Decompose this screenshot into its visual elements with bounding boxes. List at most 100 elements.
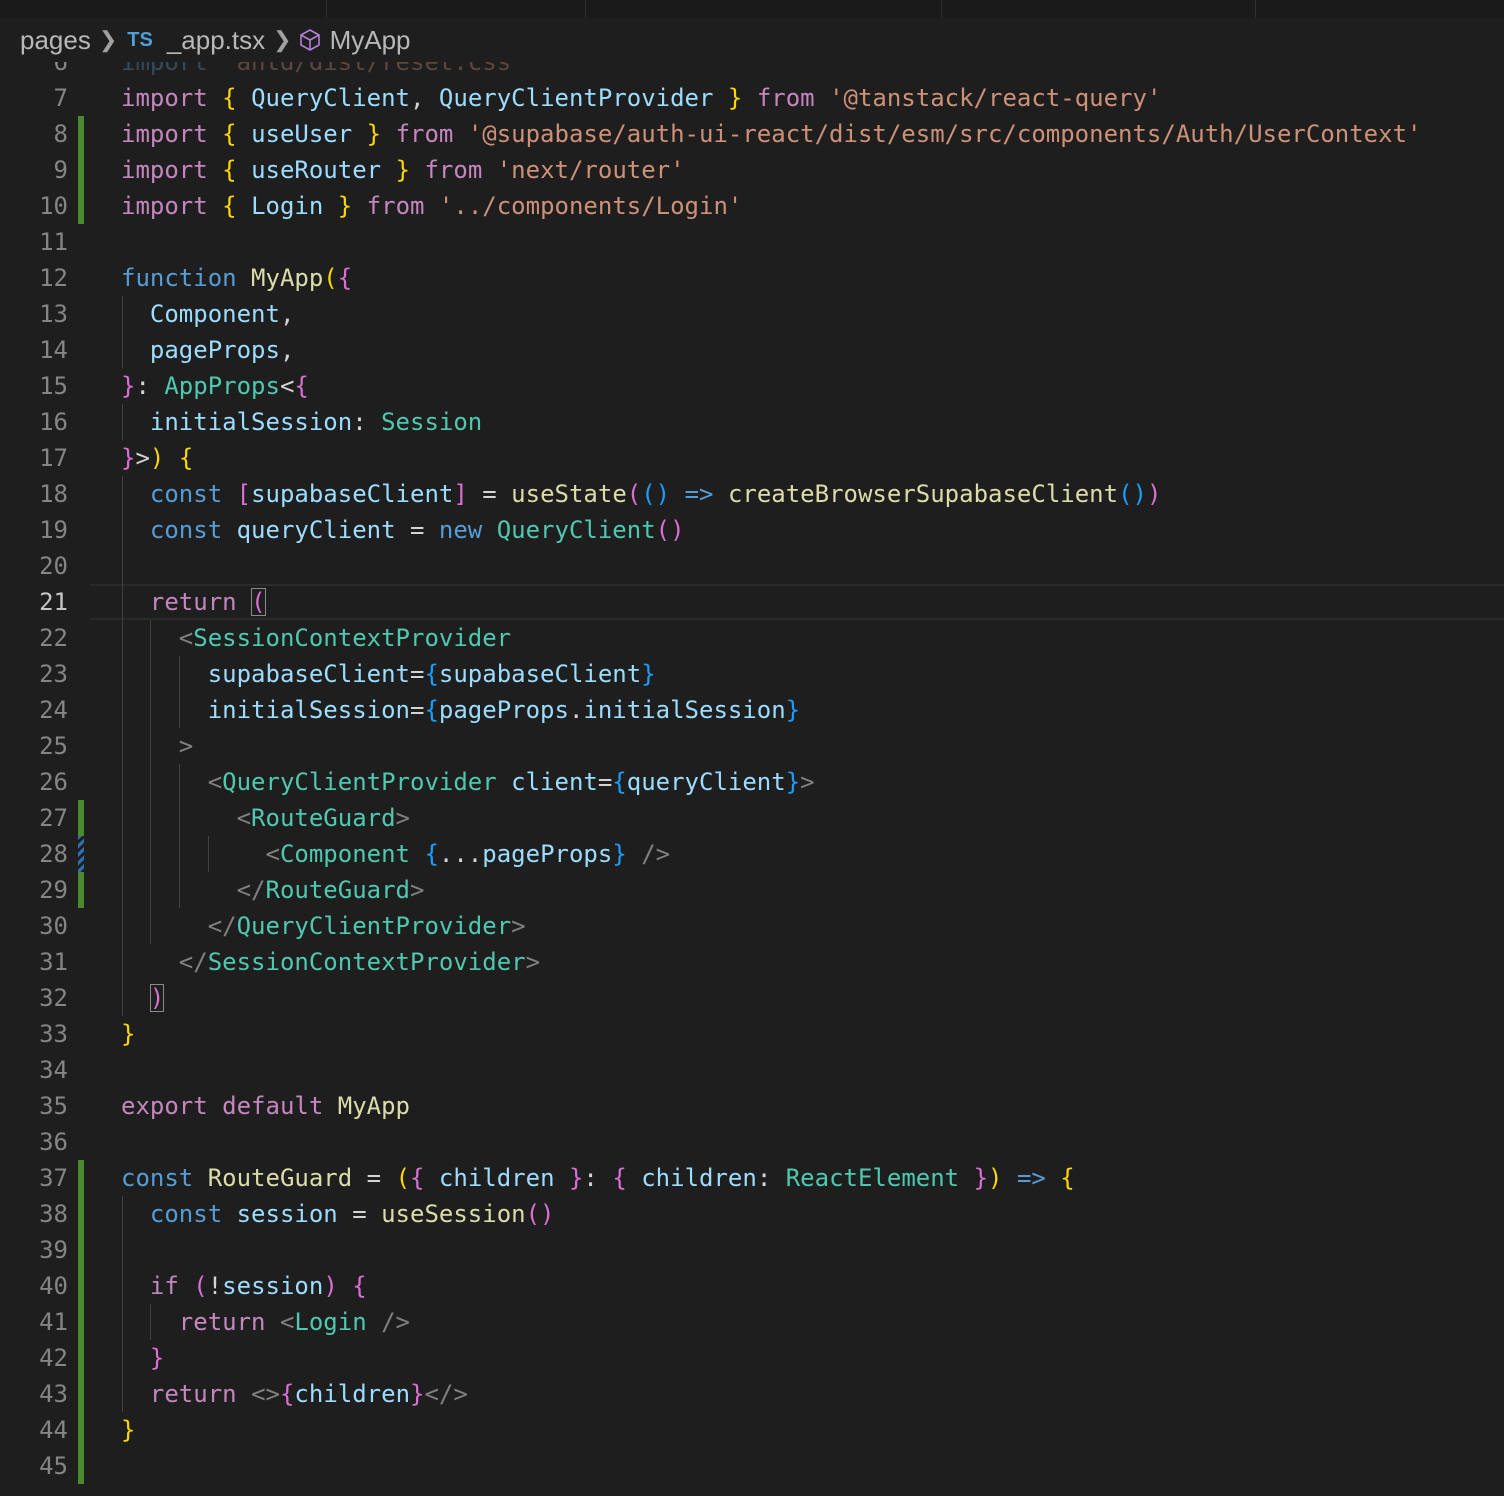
code-line[interactable]: 14 pageProps, xyxy=(0,332,1504,368)
code-token: from xyxy=(366,192,439,220)
code-editor[interactable]: 6 import 'antd/dist/reset.css' 7 import { Q… xyxy=(0,62,1504,1496)
added-line-marker[interactable] xyxy=(78,116,84,152)
code-token: < xyxy=(279,372,295,400)
code-line[interactable]: 37 const RouteGuard = ({ children }: { ch… xyxy=(0,1160,1504,1196)
line-number: 45 xyxy=(39,1452,68,1480)
line-number: 20 xyxy=(39,552,68,580)
code-line[interactable]: 36 xyxy=(0,1124,1504,1160)
code-line[interactable]: 29 </RouteGuard> xyxy=(0,872,1504,908)
code-line[interactable]: 32 ) xyxy=(0,980,1504,1016)
code-text: } xyxy=(121,1412,135,1448)
code-line[interactable]: 28 <Component {...pageProps} /> xyxy=(0,836,1504,872)
code-token: queryClient xyxy=(236,516,410,544)
code-line[interactable]: 24 initialSession={pageProps.initialSess… xyxy=(0,692,1504,728)
modified-line-marker[interactable] xyxy=(78,836,84,872)
code-line[interactable]: 23 supabaseClient={supabaseClient} xyxy=(0,656,1504,692)
code-line[interactable]: 15}: AppProps<{ xyxy=(0,368,1504,404)
code-line[interactable]: 16 initialSession: Session xyxy=(0,404,1504,440)
added-line-marker[interactable] xyxy=(78,1232,84,1268)
code-line[interactable]: 31 </SessionContextProvider> xyxy=(0,944,1504,980)
breadcrumb-symbol[interactable]: MyApp xyxy=(330,25,411,56)
code-line[interactable]: 12 function MyApp({ xyxy=(0,260,1504,296)
code-line[interactable]: 6 import 'antd/dist/reset.css' xyxy=(0,62,1504,80)
code-text: return <>{children}</> xyxy=(121,1376,468,1412)
code-token: , xyxy=(279,336,295,364)
code-line[interactable]: 20 xyxy=(0,548,1504,584)
code-token: const xyxy=(149,1200,237,1228)
code-line[interactable]: 45 xyxy=(0,1448,1504,1484)
added-line-marker[interactable] xyxy=(78,1268,84,1304)
code-text: <QueryClientProvider client={queryClient… xyxy=(121,764,815,800)
code-line[interactable]: 27 <RouteGuard> xyxy=(0,800,1504,836)
code-line[interactable]: 30 </QueryClientProvider> xyxy=(0,908,1504,944)
breadcrumb-folder[interactable]: pages xyxy=(20,25,91,56)
code-line[interactable]: 44} xyxy=(0,1412,1504,1448)
code-line[interactable]: 42 } xyxy=(0,1340,1504,1376)
code-token: ( xyxy=(193,1272,208,1300)
code-text: </RouteGuard> xyxy=(121,872,425,908)
chevron-right-icon: ❯ xyxy=(98,27,118,52)
code-line[interactable]: 43 return <>{children}</> xyxy=(0,1376,1504,1412)
code-line[interactable]: 11 xyxy=(0,224,1504,260)
added-line-marker[interactable] xyxy=(78,1160,84,1196)
code-token: pageProps xyxy=(438,696,569,724)
code-line[interactable]: 10 import { Login } from '../components/L… xyxy=(0,188,1504,224)
code-line[interactable]: 25 > xyxy=(0,728,1504,764)
added-line-marker[interactable] xyxy=(78,1376,84,1412)
added-line-marker[interactable] xyxy=(78,1304,84,1340)
code-line[interactable]: 38 const session = useSession() xyxy=(0,1196,1504,1232)
code-token: export xyxy=(121,1092,223,1120)
added-line-marker[interactable] xyxy=(78,152,84,188)
added-line-marker[interactable] xyxy=(78,1196,84,1232)
added-line-marker[interactable] xyxy=(78,800,84,836)
code-token: const xyxy=(121,1164,208,1192)
added-line-marker[interactable] xyxy=(78,872,84,908)
code-token: ... xyxy=(438,840,483,868)
code-line[interactable]: 19 const queryClient = new QueryClient() xyxy=(0,512,1504,548)
added-line-marker[interactable] xyxy=(78,1412,84,1448)
line-number: 18 xyxy=(39,480,68,508)
line-number: 32 xyxy=(39,984,68,1012)
code-line[interactable]: 17}>) { xyxy=(0,440,1504,476)
code-token: 'antd/dist/reset.css' xyxy=(222,62,526,76)
code-line[interactable]: 35 export default MyApp xyxy=(0,1088,1504,1124)
code-line[interactable]: 33} xyxy=(0,1016,1504,1052)
code-token: < xyxy=(178,624,194,652)
code-text: import { useUser } from '@supabase/auth-… xyxy=(121,116,1421,152)
code-token: > xyxy=(178,732,194,760)
code-line[interactable]: 8 import { useUser } from '@supabase/auth… xyxy=(0,116,1504,152)
code-line[interactable]: 26 <QueryClientProvider client={queryCli… xyxy=(0,764,1504,800)
added-line-marker[interactable] xyxy=(78,188,84,224)
code-token: } xyxy=(149,1344,165,1372)
code-line[interactable]: 22 <SessionContextProvider xyxy=(0,620,1504,656)
code-line[interactable]: 9 import { useRouter } from 'next/router' xyxy=(0,152,1504,188)
line-number: 29 xyxy=(39,876,68,904)
code-line[interactable]: 13 Component, xyxy=(0,296,1504,332)
code-token: </ xyxy=(207,912,237,940)
code-token: ! xyxy=(207,1272,223,1300)
code-token: import xyxy=(121,192,223,220)
code-token: { xyxy=(222,156,252,184)
breadcrumb-file[interactable]: _app.tsx xyxy=(167,25,265,56)
added-line-marker[interactable] xyxy=(78,1340,84,1376)
code-line[interactable]: 21 return ( xyxy=(0,584,1504,620)
code-text: }: AppProps<{ xyxy=(121,368,309,404)
code-text: ) xyxy=(121,980,165,1016)
code-token: useRouter xyxy=(251,156,396,184)
code-text: <Component {...pageProps} /> xyxy=(121,836,671,872)
code-line[interactable]: 39 xyxy=(0,1232,1504,1268)
code-token: => xyxy=(1016,1164,1061,1192)
code-token: RouteGuard xyxy=(265,876,411,904)
code-token: ) xyxy=(323,1272,353,1300)
code-token: pageProps xyxy=(149,336,280,364)
added-line-marker[interactable] xyxy=(78,1448,84,1484)
code-line[interactable]: 7 import { QueryClient, QueryClientProvid… xyxy=(0,80,1504,116)
code-line[interactable]: 40 if (!session) { xyxy=(0,1268,1504,1304)
code-line[interactable]: 41 return <Login /> xyxy=(0,1304,1504,1340)
code-line[interactable]: 18 const [supabaseClient] = useState(() … xyxy=(0,476,1504,512)
line-number: 39 xyxy=(39,1236,68,1264)
code-token: : xyxy=(135,372,165,400)
code-line[interactable]: 34 xyxy=(0,1052,1504,1088)
